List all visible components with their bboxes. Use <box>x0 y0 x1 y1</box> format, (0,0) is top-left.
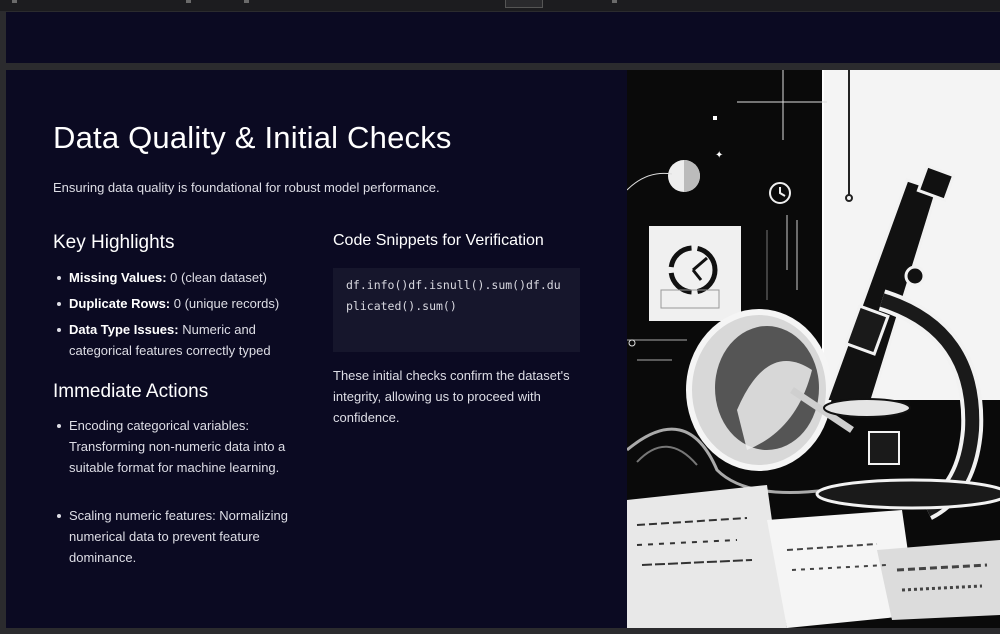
slide-canvas[interactable]: Data Quality & Initial Checks Ensuring d… <box>6 70 1000 628</box>
microscope-base <box>815 478 1000 510</box>
item-label: Duplicate Rows: <box>69 296 171 311</box>
key-highlights-list: Missing Values: 0 (clean dataset) Duplic… <box>53 267 313 361</box>
immediate-actions-heading: Immediate Actions <box>53 381 209 402</box>
code-snippet-block[interactable]: df.info()df.isnull().sum()df.duplicated(… <box>333 268 580 352</box>
toolbar-mark <box>612 0 617 3</box>
code-snippets-heading: Code Snippets for Verification <box>333 232 544 249</box>
slide-title: Data Quality & Initial Checks <box>53 120 452 155</box>
toolbar-tab[interactable] <box>505 0 543 8</box>
item-label: Missing Values: <box>69 270 167 285</box>
list-item: Scaling numeric features: Normalizing nu… <box>53 505 301 568</box>
editor-top-strip <box>0 0 1000 11</box>
toolbar-mark <box>186 0 191 3</box>
paper-sheet <box>627 485 787 628</box>
list-item: Missing Values: 0 (clean dataset) <box>53 267 313 288</box>
verification-paragraph: These initial checks confirm the dataset… <box>333 368 570 425</box>
item-text: 0 (clean dataset) <box>166 270 267 285</box>
slide-subtitle: Ensuring data quality is foundational fo… <box>53 180 440 195</box>
item-label: Data Type Issues: <box>69 322 179 337</box>
editor-bottom-strip <box>0 628 1000 634</box>
list-item: Data Type Issues: Numeric and categorica… <box>53 319 289 361</box>
list-item: Duplicate Rows: 0 (unique records) <box>53 293 313 314</box>
microscope-illustration: ✦ <box>627 70 1000 628</box>
previous-slide-thumbnail[interactable] <box>6 12 1000 63</box>
toolbar-mark <box>244 0 249 3</box>
key-highlights-heading: Key Highlights <box>53 232 175 253</box>
code-snippet-text: df.info()df.isnull().sum()df.duplicated(… <box>346 278 561 313</box>
immediate-actions-list: Encoding categorical variables: Transfor… <box>53 415 303 568</box>
toolbar-mark <box>12 0 17 3</box>
list-item: Encoding categorical variables: Transfor… <box>53 415 301 478</box>
item-text: 0 (unique records) <box>170 296 280 311</box>
svg-text:✦: ✦ <box>715 150 723 161</box>
microscope-stage <box>823 398 911 418</box>
